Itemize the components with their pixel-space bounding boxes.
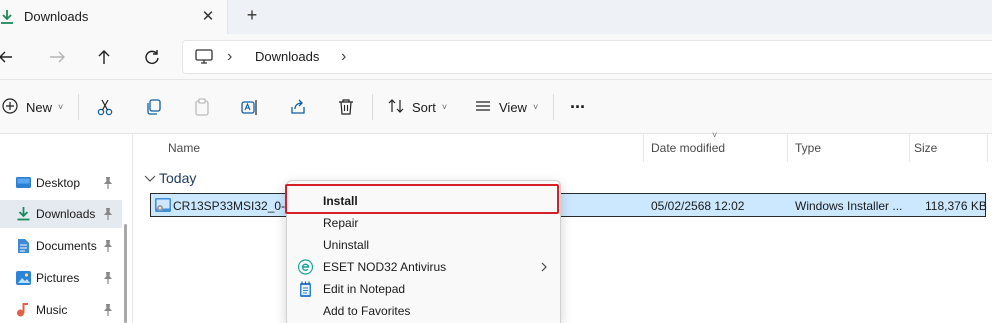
documents-icon: [16, 239, 31, 253]
chevron-down-icon: ˅: [441, 102, 448, 112]
command-bar: New ˅ Sort ˅ View ˅ ···: [0, 80, 992, 134]
pin-icon: [102, 239, 114, 253]
sidebar-item-label: Desktop: [36, 176, 81, 190]
sort-button[interactable]: Sort ˅: [388, 96, 447, 118]
navigation-bar: › Downloads ›: [0, 34, 992, 80]
pin-icon: [102, 303, 114, 317]
share-icon[interactable]: [289, 96, 307, 118]
up-arrow-icon[interactable]: [93, 46, 115, 68]
sidebar-item-music[interactable]: Music: [0, 296, 122, 323]
new-tab-button[interactable]: +: [242, 5, 262, 26]
column-header-name[interactable]: Name: [168, 134, 644, 162]
breadcrumb-downloads[interactable]: Downloads: [255, 49, 319, 64]
more-options-button[interactable]: ···: [570, 96, 586, 118]
pin-icon: [102, 207, 114, 221]
sidebar-scrollbar[interactable]: [124, 224, 127, 323]
pin-icon: [102, 176, 114, 190]
column-header-label: Size: [914, 141, 938, 155]
divider: [372, 94, 373, 120]
address-bar[interactable]: › Downloads ›: [182, 40, 992, 74]
column-header-label: Date modified: [651, 141, 726, 155]
column-header-type[interactable]: Type: [795, 134, 910, 162]
computer-icon: [195, 49, 213, 65]
view-list-icon: [475, 98, 491, 117]
eset-icon: [297, 259, 314, 275]
notepad-icon: [298, 281, 313, 297]
sort-label: Sort: [412, 99, 436, 115]
menu-item-label: Install: [323, 194, 358, 208]
breadcrumb-separator[interactable]: ›: [227, 48, 232, 66]
desktop-icon: [16, 176, 31, 190]
sidebar-item-label: Pictures: [36, 271, 80, 285]
chevron-down-icon: ˅: [58, 102, 64, 112]
menu-item-install[interactable]: Install: [287, 190, 560, 212]
file-type: Windows Installer ...: [795, 199, 903, 213]
navigation-pane: Desktop Downloads Documents Pictures Mus…: [0, 134, 133, 323]
chevron-right-icon: [540, 261, 548, 273]
view-button[interactable]: View ˅: [475, 96, 538, 118]
column-header-label: Name: [168, 141, 201, 155]
menu-item-label: Edit in Notepad: [323, 282, 406, 296]
pin-icon: [102, 271, 114, 285]
refresh-icon[interactable]: [141, 46, 163, 68]
menu-item-repair[interactable]: Repair: [287, 212, 560, 234]
sidebar-item-label: Downloads: [36, 207, 96, 221]
cut-icon[interactable]: [96, 96, 114, 118]
chevron-down-icon[interactable]: [144, 172, 156, 182]
sort-descending-icon: ˅: [712, 130, 718, 140]
chevron-down-icon: ˅: [532, 102, 539, 112]
table-row[interactable]: CR13SP33MSI32_0-80 05/02/2568 12:02 Wind…: [150, 193, 987, 217]
back-arrow-icon[interactable]: [0, 46, 20, 68]
download-icon: [0, 9, 14, 25]
forward-arrow-icon[interactable]: [46, 46, 68, 68]
menu-item-label: Repair: [323, 216, 359, 230]
sidebar-item-downloads[interactable]: Downloads: [0, 200, 122, 228]
delete-icon[interactable]: [337, 96, 355, 118]
column-header-date[interactable]: Date modified: [651, 134, 788, 162]
new-label: New: [26, 99, 53, 115]
tab-downloads[interactable]: Downloads ✕: [0, 0, 228, 34]
file-name: CR13SP33MSI32_0-80: [173, 199, 299, 213]
menu-item-edit-notepad[interactable]: Edit in Notepad: [287, 278, 560, 300]
column-header-label: Type: [795, 141, 822, 155]
music-icon: [16, 303, 31, 317]
paste-icon[interactable]: [193, 96, 211, 118]
view-label: View: [499, 99, 527, 115]
menu-item-uninstall[interactable]: Uninstall: [287, 234, 560, 256]
new-button[interactable]: New ˅: [2, 96, 63, 118]
group-header-today[interactable]: Today: [159, 170, 196, 186]
breadcrumb-separator[interactable]: ›: [341, 48, 346, 66]
pictures-icon: [16, 271, 31, 285]
menu-item-label: ESET NOD32 Antivirus: [323, 260, 447, 274]
close-icon[interactable]: ✕: [200, 7, 216, 25]
sidebar-item-desktop[interactable]: Desktop: [0, 169, 122, 197]
menu-item-eset[interactable]: ESET NOD32 Antivirus: [287, 256, 560, 278]
divider: [78, 94, 79, 120]
tab-bar: Downloads ✕ +: [0, 0, 992, 34]
menu-item-label: Add to Favorites: [323, 304, 411, 318]
sidebar-item-label: Music: [36, 303, 68, 317]
file-list: Name Date modified ˅ Type Size Today CR1…: [134, 130, 992, 323]
file-date: 05/02/2568 12:02: [651, 199, 745, 213]
rename-icon[interactable]: [241, 96, 259, 118]
plus-circle-icon: [2, 97, 18, 117]
sidebar-item-documents[interactable]: Documents: [0, 232, 122, 260]
file-size: 118,376 KB: [925, 199, 987, 213]
menu-item-add-favorites[interactable]: Add to Favorites: [287, 300, 560, 322]
sidebar-item-pictures[interactable]: Pictures: [0, 264, 122, 292]
menu-item-label: Uninstall: [323, 238, 370, 252]
download-icon: [16, 207, 31, 221]
tab-title: Downloads: [24, 9, 89, 24]
divider: [553, 94, 554, 120]
copy-icon[interactable]: [145, 96, 163, 118]
sidebar-item-label: Documents: [36, 239, 97, 253]
installer-file-icon: [155, 198, 171, 212]
sort-icon: [388, 98, 404, 117]
column-header-size[interactable]: Size: [914, 134, 988, 162]
context-menu: Install Repair Uninstall ESET NOD32 Anti…: [285, 180, 561, 323]
